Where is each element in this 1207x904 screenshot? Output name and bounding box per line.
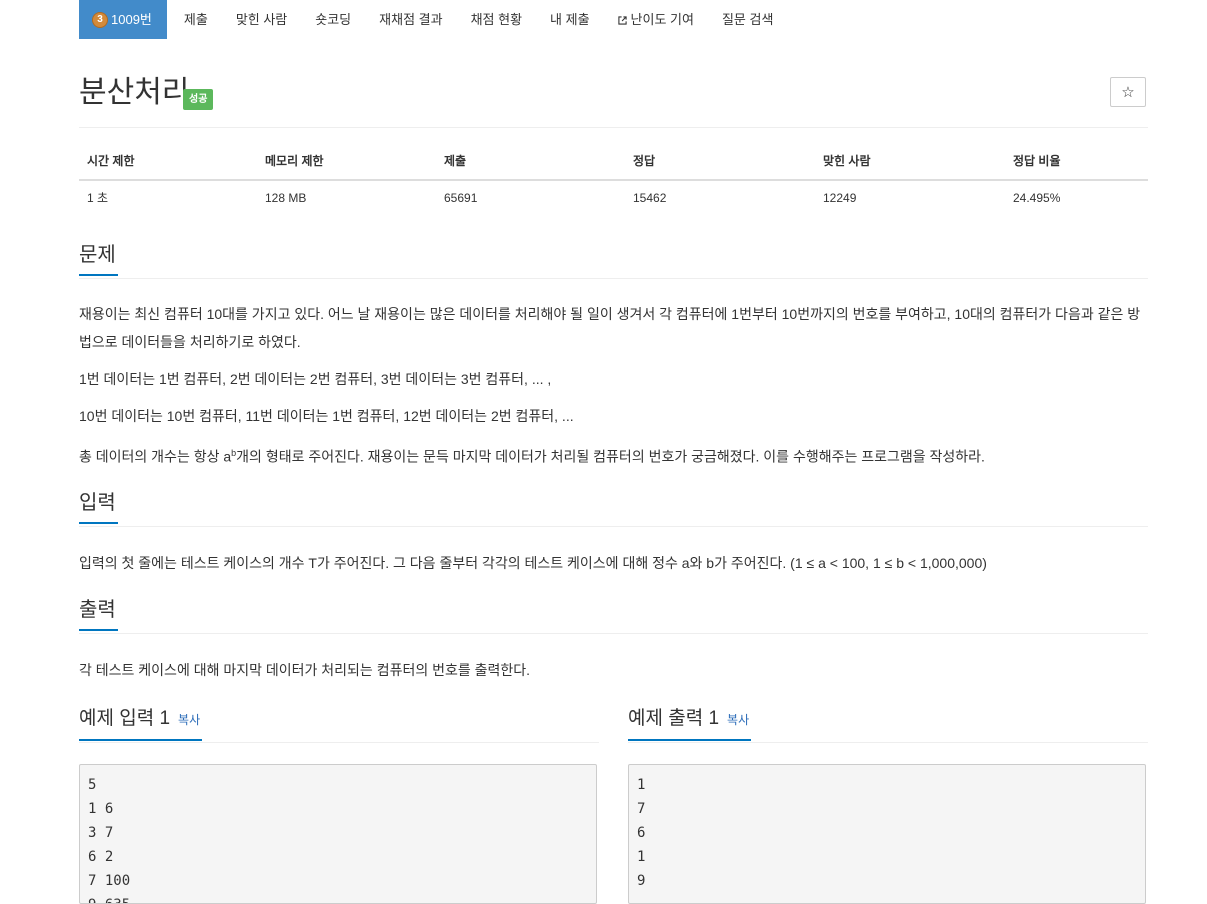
tab-solvers[interactable]: 맞힌 사람 [222,0,301,39]
header-accepted: 정답 [625,150,815,181]
star-button[interactable]: ☆ [1110,77,1146,107]
title-row: 분산처리 성공 ☆ [79,39,1148,128]
description-paragraph: 10번 데이터는 10번 컴퓨터, 11번 데이터는 1번 컴퓨터, 12번 데… [79,408,574,424]
sample-output-box[interactable]: 1 7 6 1 9 [628,764,1146,904]
problem-tabs: 3 1009번 제출 맞힌 사람 숏코딩 재채점 결과 채점 현황 내 제출 난… [79,0,1148,39]
tab-shortcoding[interactable]: 숏코딩 [301,0,365,39]
input-headline: 입력 [79,488,1148,527]
description-text: 개의 형태로 주어진다. 재용이는 문득 마지막 데이터가 처리될 컴퓨터의 번… [236,448,985,465]
sample-input-headline: 예제 입력 1 복사 [79,704,599,743]
submissions-count: 65691 [444,190,478,205]
tab-status[interactable]: 채점 현황 [457,0,536,39]
output-body: 각 테스트 케이스에 대해 마지막 데이터가 처리되는 컴퓨터의 번호를 출력한… [79,634,1148,684]
copy-sample-input-button[interactable]: 복사 [178,713,200,727]
description-paragraph: 1번 데이터는 1번 컴퓨터, 2번 데이터는 2번 컴퓨터, 3번 데이터는 … [79,371,552,387]
header-submissions: 제출 [436,150,625,181]
tab-problem[interactable]: 3 1009번 [79,0,167,39]
tab-difficulty-label: 난이도 기여 [630,12,694,27]
table-header-row: 시간 제한 메모리 제한 제출 정답 맞힌 사람 정답 비율 [79,150,1148,181]
external-link-icon [617,16,627,25]
input-heading: 입력 [79,484,118,524]
table-row: 1 초 128 MB 65691 15462 12249 24.495% [79,180,1148,214]
tab-my-submissions[interactable]: 내 제출 [536,0,604,39]
accepted-count: 15462 [633,190,667,205]
sample-input-title: 예제 입력 1 [79,708,171,729]
sample-input-box[interactable]: 5 1 6 3 7 6 2 7 100 9 635 [79,764,597,904]
copy-sample-output-button[interactable]: 복사 [727,713,749,727]
status-badge: 성공 [183,89,214,110]
page-title: 분산처리 [79,76,190,109]
input-paragraph: 입력의 첫 줄에는 테스트 케이스의 개수 T가 주어진다. 그 다음 줄부터 … [79,555,987,571]
solvers-count: 12249 [823,190,857,205]
star-icon: ☆ [1121,84,1135,101]
tab-submit[interactable]: 제출 [167,0,222,39]
tab-qna[interactable]: 질문 검색 [708,0,787,39]
time-limit: 1 초 [87,191,109,205]
tier-icon: 3 [93,12,107,27]
description-body: 재용이는 최신 컴퓨터 10대를 가지고 있다. 어느 날 재용이는 많은 데이… [79,279,1148,471]
description-headline: 문제 [79,240,1148,279]
accepted-ratio: 24.495% [1013,190,1061,205]
input-section: 입력 입력의 첫 줄에는 테스트 케이스의 개수 T가 주어진다. 그 다음 줄… [79,488,1148,577]
tab-problem-label: 1009번 [111,12,152,27]
description-paragraph: 재용이는 최신 컴퓨터 10대를 가지고 있다. 어느 날 재용이는 많은 데이… [79,306,1141,350]
header-solvers: 맞힌 사람 [815,150,1005,181]
sample-input-section: 예제 입력 1 복사 5 1 6 3 7 6 2 7 100 9 635 [79,704,599,904]
header-ratio: 정답 비율 [1005,150,1148,181]
header-memory-limit: 메모리 제한 [257,150,436,181]
tab-difficulty[interactable]: 난이도 기여 [604,0,708,39]
header-time-limit: 시간 제한 [79,150,257,181]
page: 3 1009번 제출 맞힌 사람 숏코딩 재채점 결과 채점 현황 내 제출 난… [79,0,1148,904]
description-section: 문제 재용이는 최신 컴퓨터 10대를 가지고 있다. 어느 날 재용이는 많은… [79,240,1148,471]
memory-limit: 128 MB [265,190,307,205]
sample-output-heading: 예제 출력 1 복사 [628,700,752,741]
sample-output-section: 예제 출력 1 복사 1 7 6 1 9 [628,704,1148,904]
input-body: 입력의 첫 줄에는 테스트 케이스의 개수 T가 주어진다. 그 다음 줄부터 … [79,527,1148,577]
problem-info-table: 시간 제한 메모리 제한 제출 정답 맞힌 사람 정답 비율 1 초 128 M… [79,150,1148,214]
description-paragraph: 총 데이터의 개수는 항상 ab개의 형태로 주어진다. 재용이는 문득 마지막… [79,439,1148,471]
sample-input-heading: 예제 입력 1 복사 [79,700,203,741]
tab-rejudge[interactable]: 재채점 결과 [365,0,456,39]
output-paragraph: 각 테스트 케이스에 대해 마지막 데이터가 처리되는 컴퓨터의 번호를 출력한… [79,662,531,678]
output-heading: 출력 [79,591,118,631]
output-headline: 출력 [79,595,1148,634]
sample-output-title: 예제 출력 1 [628,708,720,729]
description-heading: 문제 [79,236,118,276]
sample-output-headline: 예제 출력 1 복사 [628,704,1148,743]
description-text: 총 데이터의 개수는 항상 a [79,448,232,465]
output-section: 출력 각 테스트 케이스에 대해 마지막 데이터가 처리되는 컴퓨터의 번호를 … [79,595,1148,684]
